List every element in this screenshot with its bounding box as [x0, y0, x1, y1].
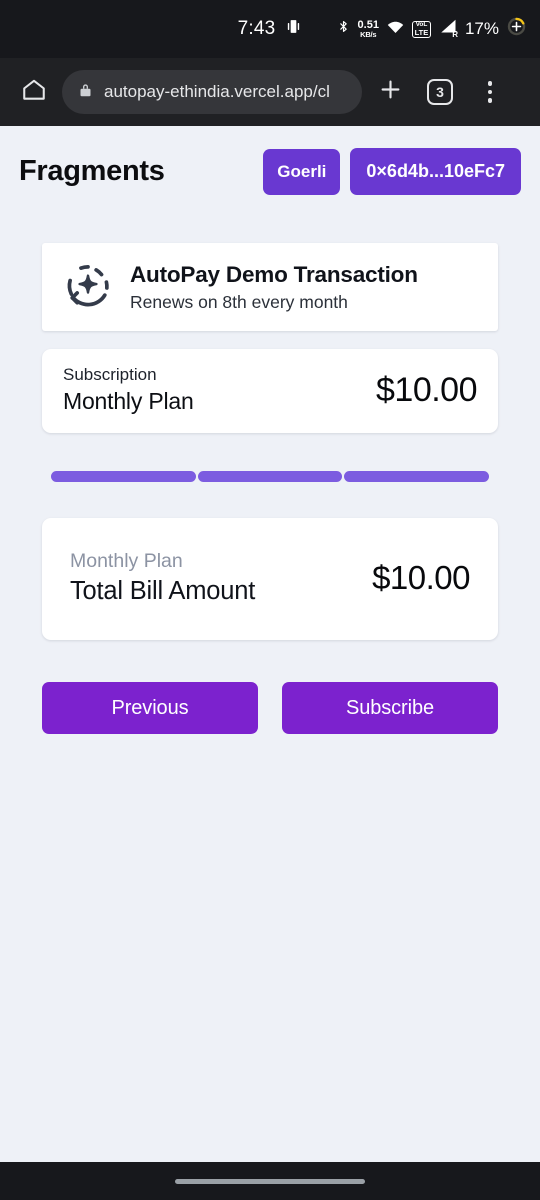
battery-percent: 17%: [464, 19, 499, 38]
page-title: Fragments: [19, 155, 165, 187]
network-speed-unit: KB/s: [360, 29, 377, 39]
address-bar[interactable]: autopay-ethindia.vercel.app/cl: [62, 70, 362, 114]
subscription-label: Subscription: [63, 365, 157, 385]
network-badge[interactable]: Goerli: [263, 148, 341, 195]
phone-screen: 7:43 0.51 KB/s VoL LTE R 17% autopay-eth…: [0, 0, 540, 1200]
stepper-segment[interactable]: [344, 471, 490, 483]
transaction-card: AutoPay Demo Transaction Renews on 8th e…: [42, 243, 498, 332]
signal-bars-icon: R: [439, 19, 458, 39]
address-bar-url: autopay-ethindia.vercel.app/cl: [104, 82, 330, 101]
stepper-segment[interactable]: [51, 471, 196, 483]
battery-charging-icon: [507, 17, 526, 41]
bluetooth-icon: [337, 18, 350, 40]
more-vertical-icon: [487, 81, 493, 103]
transaction-title: AutoPay Demo Transaction: [130, 262, 418, 287]
browser-menu-button[interactable]: [468, 70, 512, 114]
wifi-icon: [387, 20, 404, 39]
transaction-subtitle: Renews on 8th every month: [130, 292, 348, 313]
stepper-segment[interactable]: [197, 471, 343, 483]
total-text: Monthly Plan Total Bill Amount: [70, 550, 255, 606]
home-button[interactable]: [12, 70, 56, 114]
app-header: Fragments Goerli 0×6d4b...10eFc7: [0, 126, 540, 195]
volte-icon: VoL LTE: [411, 20, 431, 38]
total-plan-name: Monthly Plan: [70, 550, 183, 573]
total-bill-label: Total Bill Amount: [70, 577, 256, 606]
action-buttons: Previous Subscribe: [42, 682, 498, 735]
status-bar: 7:43 0.51 KB/s VoL LTE R 17%: [0, 0, 540, 58]
signal-roaming-label: R: [452, 30, 458, 39]
subscription-text: Subscription Monthly Plan: [63, 365, 194, 415]
wallet-address-badge[interactable]: 0×6d4b...10eFc7: [350, 148, 521, 195]
home-gesture-pill[interactable]: [175, 1178, 365, 1184]
total-bill-card: Monthly Plan Total Bill Amount $10.00: [42, 518, 498, 641]
screen-cast-icon: [285, 18, 302, 40]
subscription-card: Subscription Monthly Plan $10.00: [42, 349, 498, 434]
status-time: 7:43: [237, 18, 276, 39]
status-bar-right: 0.51 KB/s VoL LTE R 17%: [337, 17, 526, 41]
web-page-content: Fragments Goerli 0×6d4b...10eFc7 AutoPay…: [0, 126, 540, 1162]
transaction-text: AutoPay Demo Transaction Renews on 8th e…: [130, 261, 418, 313]
new-tab-button[interactable]: [368, 70, 412, 114]
tab-switcher-button[interactable]: 3: [418, 70, 462, 114]
previous-button[interactable]: Previous: [42, 682, 258, 735]
total-bill-price: $10.00: [372, 559, 470, 597]
checkout-content: AutoPay Demo Transaction Renews on 8th e…: [0, 243, 540, 735]
subscribe-button[interactable]: Subscribe: [282, 682, 498, 735]
auto-renew-sparkle-icon: [62, 261, 114, 313]
gesture-navigation-bar: [0, 1162, 540, 1200]
plus-icon: [377, 76, 404, 108]
subscription-price: $10.00: [376, 370, 478, 409]
browser-toolbar: autopay-ethindia.vercel.app/cl 3: [0, 58, 540, 126]
home-icon: [21, 77, 47, 108]
subscription-plan: Monthly Plan: [63, 388, 194, 415]
lock-icon: [78, 81, 93, 104]
network-speed-indicator: 0.51 KB/s: [358, 19, 379, 39]
tab-count-badge: 3: [427, 79, 453, 105]
volte-line2: LTE: [414, 27, 429, 37]
progress-stepper: [51, 471, 490, 483]
